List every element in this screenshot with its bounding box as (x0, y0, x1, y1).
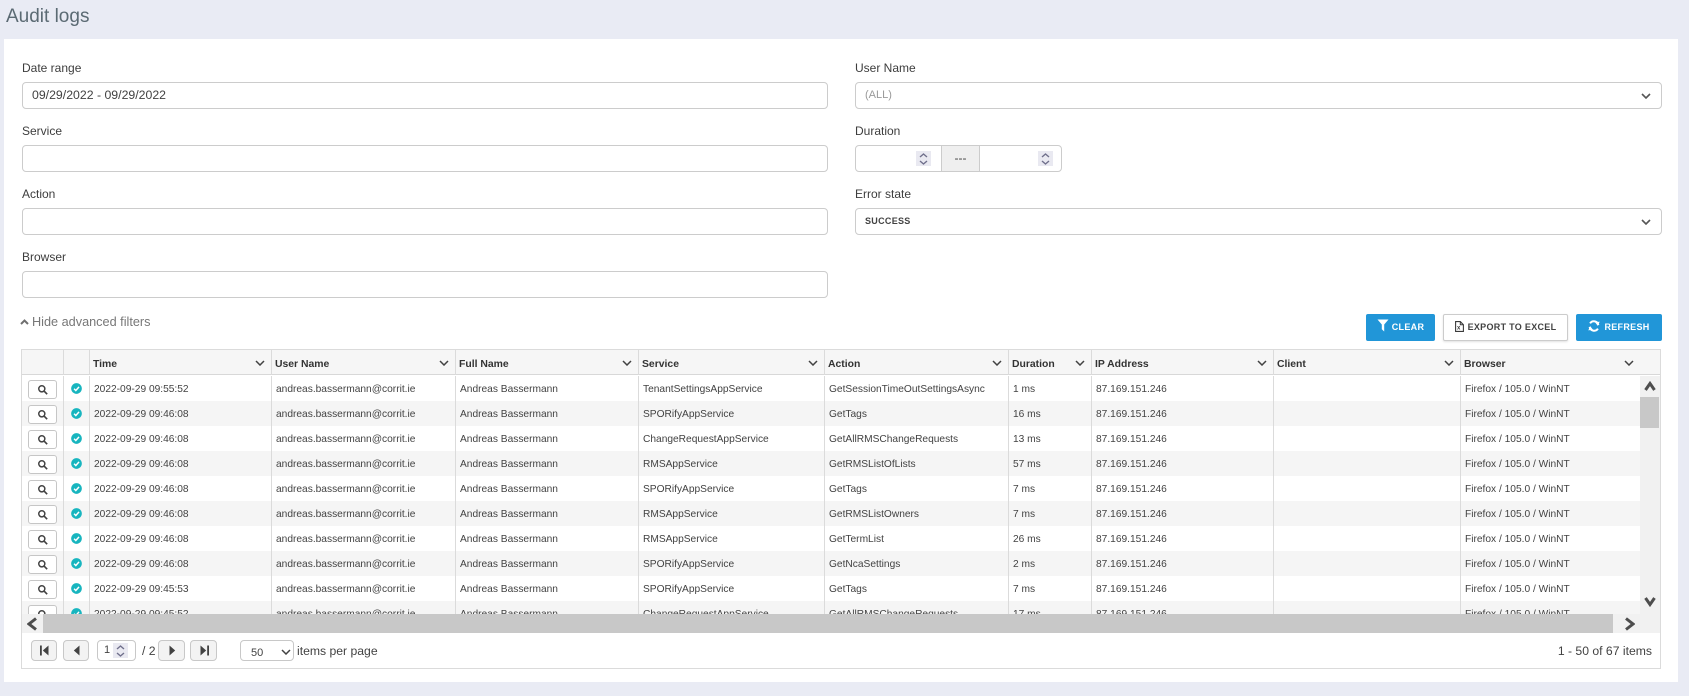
svg-text:x: x (1457, 326, 1461, 332)
